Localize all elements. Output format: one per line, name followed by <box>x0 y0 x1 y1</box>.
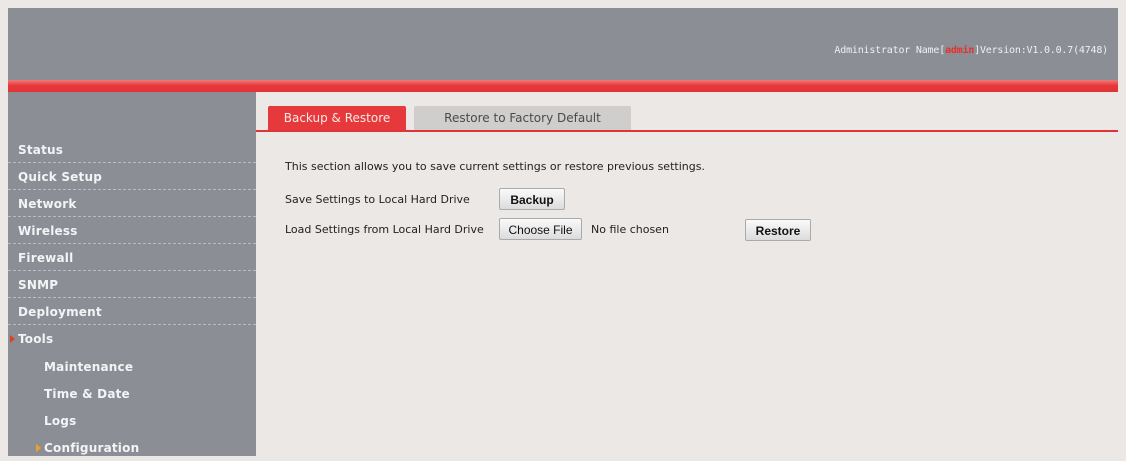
top-header: Administrator Name[admin]Version:V1.0.0.… <box>8 8 1118 80</box>
sidebar-item-snmp[interactable]: SNMP <box>8 272 256 298</box>
sidebar-item-label: Status <box>18 143 64 157</box>
no-file-chosen-text: No file chosen <box>591 223 669 236</box>
sidebar-item-label: Tools <box>18 332 54 346</box>
sidebar-item-label: Quick Setup <box>18 170 102 184</box>
admin-name: admin <box>945 45 975 56</box>
header-accent-bar <box>8 80 1118 92</box>
selected-arrow-icon <box>36 444 41 452</box>
choose-file-button[interactable]: Choose File <box>499 218 582 240</box>
sidebar-item-label: Firewall <box>18 251 74 265</box>
sidebar-item-firewall[interactable]: Firewall <box>8 245 256 271</box>
sidebar-subitem-configuration[interactable]: Configuration <box>8 435 256 461</box>
main-content: Backup & Restore Restore to Factory Defa… <box>256 92 1118 456</box>
sidebar-item-deployment[interactable]: Deployment <box>8 299 256 325</box>
sidebar-subitem-logs[interactable]: Logs <box>8 408 256 434</box>
load-settings-label: Load Settings from Local Hard Drive <box>285 223 484 236</box>
sidebar-item-label: Deployment <box>18 305 102 319</box>
sidebar-item-label: Wireless <box>18 224 78 238</box>
sidebar-item-network[interactable]: Network <box>8 191 256 217</box>
sidebar-item-label: Network <box>18 197 77 211</box>
admin-prefix: Administrator Name[ <box>834 45 946 56</box>
tab-restore-factory-default[interactable]: Restore to Factory Default <box>414 106 631 130</box>
backup-button[interactable]: Backup <box>499 188 565 210</box>
sidebar-subitem-time-date[interactable]: Time & Date <box>8 381 256 407</box>
sidebar-item-status[interactable]: Status <box>8 137 256 163</box>
sidebar-item-wireless[interactable]: Wireless <box>8 218 256 244</box>
sidebar-item-tools[interactable]: Tools <box>8 326 256 352</box>
sidebar-item-label: Configuration <box>44 441 140 455</box>
sidebar-item-label: Maintenance <box>44 360 134 374</box>
sidebar: Status Quick Setup Network Wireless Fire… <box>8 92 256 456</box>
tab-backup-restore[interactable]: Backup & Restore <box>268 106 406 130</box>
admin-version-info: Administrator Name[admin]Version:V1.0.0.… <box>834 45 1108 56</box>
sidebar-item-quick-setup[interactable]: Quick Setup <box>8 164 256 190</box>
sidebar-item-label: Time & Date <box>44 387 130 401</box>
sidebar-subitem-maintenance[interactable]: Maintenance <box>8 354 256 380</box>
save-settings-label: Save Settings to Local Hard Drive <box>285 193 470 206</box>
sidebar-item-label: Logs <box>44 414 77 428</box>
tab-bar: Backup & Restore Restore to Factory Defa… <box>256 102 1118 132</box>
sidebar-item-label: SNMP <box>18 278 59 292</box>
version-text: ]Version:V1.0.0.7(4748) <box>974 45 1108 56</box>
restore-button[interactable]: Restore <box>745 219 811 241</box>
expanded-arrow-icon <box>10 335 15 343</box>
section-description: This section allows you to save current … <box>285 160 705 173</box>
